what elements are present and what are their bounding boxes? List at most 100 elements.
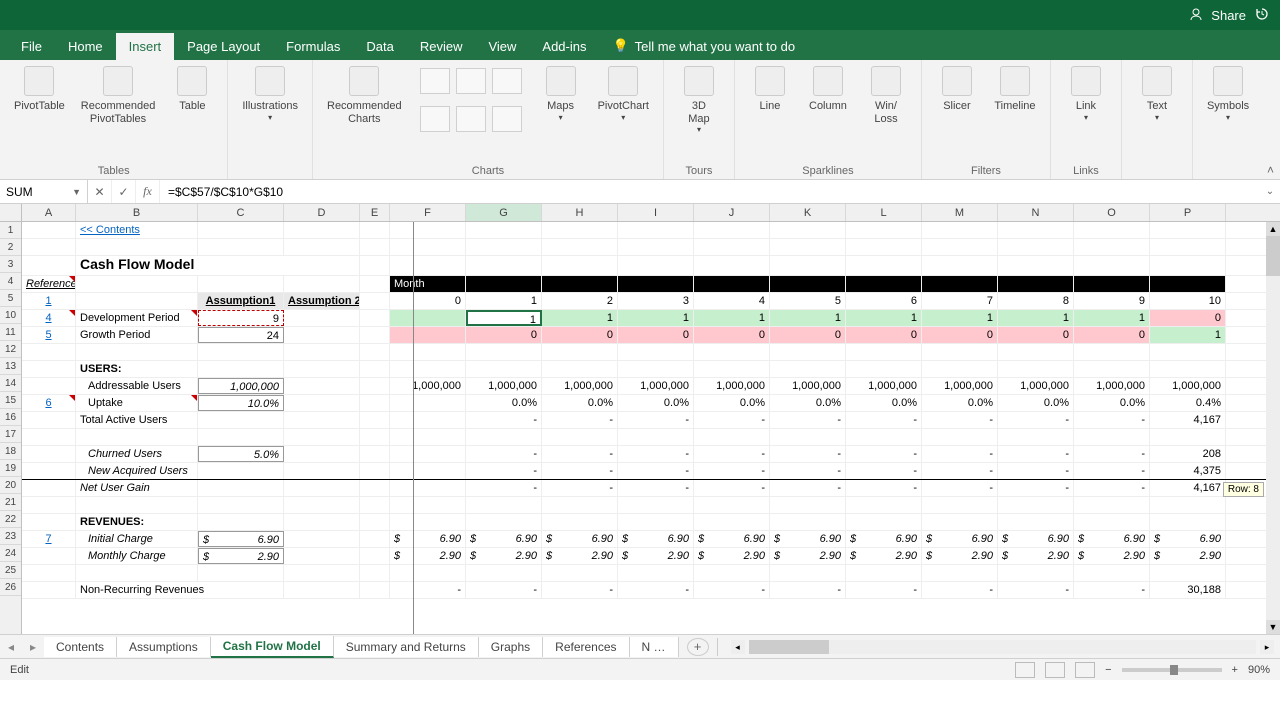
tab-data[interactable]: Data	[353, 33, 406, 60]
contents-link[interactable]: << Contents	[76, 222, 198, 238]
cell[interactable]: 1,000,000	[694, 378, 770, 394]
timeline-button[interactable]: Timeline	[990, 64, 1040, 115]
colhead-E[interactable]: E	[360, 204, 390, 221]
table-button[interactable]: Table	[167, 64, 217, 115]
hscroll-thumb[interactable]	[749, 640, 829, 654]
zoom-in-button[interactable]: +	[1232, 664, 1238, 676]
cell[interactable]: $2.90	[466, 548, 542, 564]
cell[interactable]: -	[922, 463, 998, 479]
cell[interactable]: $2.90	[390, 548, 466, 564]
cell[interactable]: -	[542, 412, 618, 428]
rowhead[interactable]: 4	[0, 273, 21, 290]
cell[interactable]: $6.90	[542, 531, 618, 547]
rowhead[interactable]: 3	[0, 256, 21, 273]
cell[interactable]: 0	[846, 327, 922, 343]
rowhead[interactable]: 18	[0, 443, 21, 460]
cell[interactable]: 0.0%	[998, 395, 1074, 411]
cell[interactable]: -	[846, 412, 922, 428]
init-charge-value[interactable]: $6.90	[198, 531, 284, 547]
churned-value[interactable]: 5.0%	[198, 446, 284, 462]
cell[interactable]: -	[694, 412, 770, 428]
sparkline-line-button[interactable]: Line	[745, 64, 795, 115]
cell[interactable]: -	[922, 480, 998, 496]
chart-scatter-icon[interactable]	[492, 106, 522, 132]
cell[interactable]: $6.90	[846, 531, 922, 547]
slicer-button[interactable]: Slicer	[932, 64, 982, 115]
rowhead[interactable]: 12	[0, 341, 21, 358]
accept-formula-button[interactable]: ✓	[112, 180, 136, 203]
sheet-tab[interactable]: Assumptions	[117, 637, 211, 657]
view-pagelayout-button[interactable]	[1045, 662, 1065, 678]
cell[interactable]: -	[922, 446, 998, 462]
cell[interactable]	[390, 480, 466, 496]
editing-cell[interactable]: 1	[466, 310, 542, 326]
dev-period-value[interactable]: 9	[198, 310, 284, 326]
cell[interactable]: 0	[466, 327, 542, 343]
cell[interactable]: -	[542, 463, 618, 479]
cell[interactable]: 1,000,000	[846, 378, 922, 394]
tab-formulas[interactable]: Formulas	[273, 33, 353, 60]
cell[interactable]: 1,000,000	[922, 378, 998, 394]
cell[interactable]: 30,188	[1150, 582, 1226, 598]
cell[interactable]: -	[694, 463, 770, 479]
ref-link[interactable]: 5	[22, 327, 76, 343]
colhead-D[interactable]: D	[284, 204, 360, 221]
cell[interactable]: 0.0%	[466, 395, 542, 411]
ref-link[interactable]: 6	[22, 395, 76, 411]
chart-bar-icon[interactable]	[420, 68, 450, 94]
scroll-up-icon[interactable]: ▲	[1266, 222, 1280, 236]
cell[interactable]: -	[770, 412, 846, 428]
cell[interactable]: 0.0%	[542, 395, 618, 411]
growth-value[interactable]: 24	[198, 327, 284, 343]
cell[interactable]: 0.0%	[1074, 395, 1150, 411]
sheet-tab[interactable]: Summary and Returns	[334, 637, 479, 657]
cell[interactable]: 0	[1150, 310, 1226, 326]
cell[interactable]	[390, 412, 466, 428]
sheet-nav-next[interactable]: ▸	[22, 640, 44, 654]
zoom-level[interactable]: 90%	[1248, 664, 1270, 676]
cell[interactable]: -	[1074, 446, 1150, 462]
rowhead[interactable]: 10	[0, 307, 21, 324]
cell[interactable]: 1	[542, 310, 618, 326]
chart-column-icon[interactable]	[456, 68, 486, 94]
cell[interactable]: 1,000,000	[770, 378, 846, 394]
horizontal-scrollbar[interactable]: ◂ ▸	[725, 640, 1280, 654]
cell[interactable]: 1	[694, 310, 770, 326]
tab-review[interactable]: Review	[407, 33, 476, 60]
cell[interactable]: -	[998, 480, 1074, 496]
share-button[interactable]: Share	[1211, 8, 1246, 23]
cell[interactable]: -	[846, 463, 922, 479]
cell[interactable]: -	[618, 412, 694, 428]
scroll-thumb[interactable]	[1266, 236, 1280, 276]
cell[interactable]: -	[694, 480, 770, 496]
colhead-H[interactable]: H	[542, 204, 618, 221]
sheet-tab-active[interactable]: Cash Flow Model	[211, 636, 334, 658]
name-box[interactable]: SUM▼	[0, 180, 88, 203]
rowhead[interactable]: 25	[0, 562, 21, 579]
ref-link[interactable]: 7	[22, 531, 76, 547]
cell[interactable]: -	[542, 480, 618, 496]
cell[interactable]: 4,375	[1150, 463, 1226, 479]
tellme-box[interactable]: 💡 Tell me what you want to do	[599, 32, 808, 60]
colhead-M[interactable]: M	[922, 204, 998, 221]
colhead-I[interactable]: I	[618, 204, 694, 221]
sparkline-winloss-button[interactable]: Win/ Loss	[861, 64, 911, 127]
namebox-dropdown-icon[interactable]: ▼	[72, 187, 81, 197]
rowhead[interactable]: 2	[0, 239, 21, 256]
cell[interactable]: $6.90	[770, 531, 846, 547]
expand-formulabar-icon[interactable]: ⌄	[1260, 186, 1280, 197]
sheet-tab[interactable]: Graphs	[479, 637, 543, 657]
cell[interactable]: -	[770, 446, 846, 462]
rowhead[interactable]: 21	[0, 494, 21, 511]
sparkline-column-button[interactable]: Column	[803, 64, 853, 115]
cell[interactable]: $2.90	[846, 548, 922, 564]
chart-pie-icon[interactable]	[420, 106, 450, 132]
cell[interactable]: 1,000,000	[542, 378, 618, 394]
zoom-out-button[interactable]: −	[1105, 664, 1111, 676]
cell[interactable]	[390, 327, 466, 343]
cell[interactable]: $2.90	[770, 548, 846, 564]
text-button[interactable]: Text▾	[1132, 64, 1182, 124]
cell[interactable]: $2.90	[998, 548, 1074, 564]
uptake-value[interactable]: 10.0%	[198, 395, 284, 411]
cell[interactable]: 0.0%	[618, 395, 694, 411]
